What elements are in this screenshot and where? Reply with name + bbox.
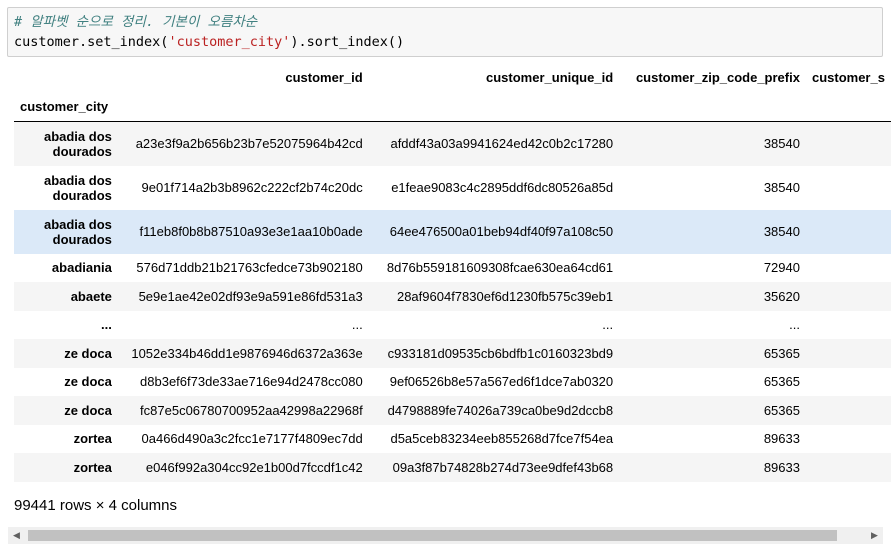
cell-customer-id: 1052e334b46dd1e9876946d6372a363e xyxy=(131,345,363,361)
cell-customer-unique-id: d5a5ceb83234eeb855268d7fce7f54ea xyxy=(390,431,614,447)
row-index-label: abadia dos dourados xyxy=(43,172,112,203)
dataframe-shape-summary: 99441 rows × 4 columns xyxy=(14,497,178,514)
column-header-row: customer_id customer_unique_id customer_… xyxy=(14,62,891,92)
cell-customer-id: 576d71ddb21b21763cfedce73b902180 xyxy=(136,260,363,276)
cell-zip-code-prefix: 38540 xyxy=(763,180,800,195)
code-line: customer.set_index('customer_city').sort… xyxy=(14,32,876,52)
code-prefix: customer.set_index( xyxy=(14,34,169,50)
cell-customer-id: 9e01f714a2b3b8962c222cf2b74c20dc xyxy=(141,180,363,195)
cell-customer-id: 5e9e1ae42e02df93e9a591e86fd531a3 xyxy=(138,288,363,304)
table-row: ze doca 1052e334b46dd1e9876946d6372a363e c… xyxy=(14,339,891,368)
code-comment: # 알파벳 순으로 정리. 기본이 오름차순 xyxy=(14,14,258,30)
cell-zip-code-prefix: ... xyxy=(789,317,800,333)
cell-zip-code-prefix: 65365 xyxy=(763,402,800,418)
cell-customer-id: e046f992a304cc92e1b00d7fccdf1c42 xyxy=(145,459,363,475)
cell-customer-unique-id: ... xyxy=(602,317,614,333)
column-header: customer_unique_id xyxy=(486,69,614,85)
code-cell[interactable]: # 알파벳 순으로 정리. 기본이 오름차순 customer.set_index… xyxy=(7,7,883,57)
cell-zip-code-prefix: 38540 xyxy=(763,136,800,152)
table-row: ............ xyxy=(14,311,891,340)
scroll-right-icon[interactable]: ▶ xyxy=(866,527,883,544)
table-row: abadia dos dourados f11eb8f0b8b87510a93e3… xyxy=(14,209,891,254)
row-index-label: abadia dos dourados xyxy=(43,128,112,159)
table-row: abadia dos dourados 9e01f714a2b3b8962c222… xyxy=(14,166,891,210)
table-body: abadia dos dourados a23e3f9a2b656b23b7e52… xyxy=(14,121,891,482)
row-index-label: zortea xyxy=(73,459,112,475)
cell-zip-code-prefix: 89633 xyxy=(763,431,800,447)
code-string: 'customer_city' xyxy=(168,34,291,50)
table-row: zortea e046f992a304cc92e1b00d7fccdf1c42 09… xyxy=(14,453,891,482)
table-row: abaete 5e9e1ae42e02df93e9a591e86fd531a3 28… xyxy=(14,282,891,311)
index-name: customer_city xyxy=(20,99,109,114)
cell-customer-unique-id: e1feae9083c4c2895ddf6dc80526a85d xyxy=(391,180,614,195)
cell-customer-unique-id: d4798889fe74026a739ca0be9d2dccb8 xyxy=(387,402,614,418)
cell-zip-code-prefix: 65365 xyxy=(763,345,800,361)
scroll-left-icon[interactable]: ◀ xyxy=(8,527,25,544)
index-name-row: customer_city xyxy=(14,92,891,122)
cell-zip-code-prefix: 35620 xyxy=(763,288,800,304)
cell-zip-code-prefix: 72940 xyxy=(763,260,800,276)
cell-customer-id: fc87e5c06780700952aa42998a22968f xyxy=(140,402,363,418)
table-row: zortea 0a466d490a3c2fcc1e7177f4809ec7dd d5… xyxy=(14,425,891,454)
cell-zip-code-prefix: 65365 xyxy=(763,374,800,390)
table-row: ze doca d8b3ef6f73de33ae716e94d2478cc080 9… xyxy=(14,368,891,397)
scrollbar-thumb[interactable] xyxy=(28,530,837,541)
cell-customer-unique-id: 28af9604f7830ef6d1230fb575c39eb1 xyxy=(396,288,614,304)
column-header: customer_zip_code_prefix xyxy=(635,69,800,85)
cell-customer-id: 0a466d490a3c2fcc1e7177f4809ec7dd xyxy=(141,431,363,447)
cell-customer-id: a23e3f9a2b656b23b7e52075964b42cd xyxy=(135,136,363,152)
cell-customer-unique-id: afddf43a03a9941624ed42c0b2c17280 xyxy=(390,136,614,152)
cell-customer-unique-id: c933181d09535cb6bdfb1c0160323bd9 xyxy=(387,345,614,361)
code-suffix: ).sort_index() xyxy=(290,34,405,50)
row-index-label: abaete xyxy=(70,288,112,304)
row-index-label: zortea xyxy=(73,431,112,447)
cell-customer-unique-id: 64ee476500a01beb94df40f97a108c50 xyxy=(389,224,614,239)
row-index-label: abadiania xyxy=(51,260,112,276)
row-index-label: ze doca xyxy=(64,402,112,418)
cell-customer-unique-id: 9ef06526b8e57a567ed6f1dce7ab0320 xyxy=(389,374,614,390)
cell-customer-unique-id: 09a3f87b74828b274d73ee9dfef43b68 xyxy=(392,459,614,475)
cell-customer-id: ... xyxy=(351,317,363,333)
row-index-label: ze doca xyxy=(64,374,112,390)
cell-customer-id: f11eb8f0b8b87510a93e3e1aa10b0ade xyxy=(139,224,363,239)
table-row: abadia dos dourados a23e3f9a2b656b23b7e52… xyxy=(14,121,891,166)
cell-zip-code-prefix: 38540 xyxy=(763,224,800,239)
horizontal-scrollbar[interactable]: ◀ ▶ xyxy=(8,527,883,544)
column-header: customer_id xyxy=(285,69,363,85)
row-index-label: ze doca xyxy=(64,345,112,361)
row-index-label: ... xyxy=(101,317,112,333)
row-index-label: abadia dos dourados xyxy=(43,216,112,247)
cell-customer-unique-id: 8d76b559181609308fcae630ea64cd61 xyxy=(386,260,614,276)
dataframe-table: customer_id customer_unique_id customer_… xyxy=(14,62,891,482)
dataframe-output: customer_id customer_unique_id customer_… xyxy=(14,62,891,482)
table-row: ze doca fc87e5c06780700952aa42998a22968f d… xyxy=(14,396,891,425)
cell-customer-id: d8b3ef6f73de33ae716e94d2478cc080 xyxy=(140,374,363,390)
cell-zip-code-prefix: 89633 xyxy=(763,459,800,475)
table-row: abadiania 576d71ddb21b21763cfedce73b90218… xyxy=(14,254,891,283)
column-header: customer_s xyxy=(811,69,885,85)
